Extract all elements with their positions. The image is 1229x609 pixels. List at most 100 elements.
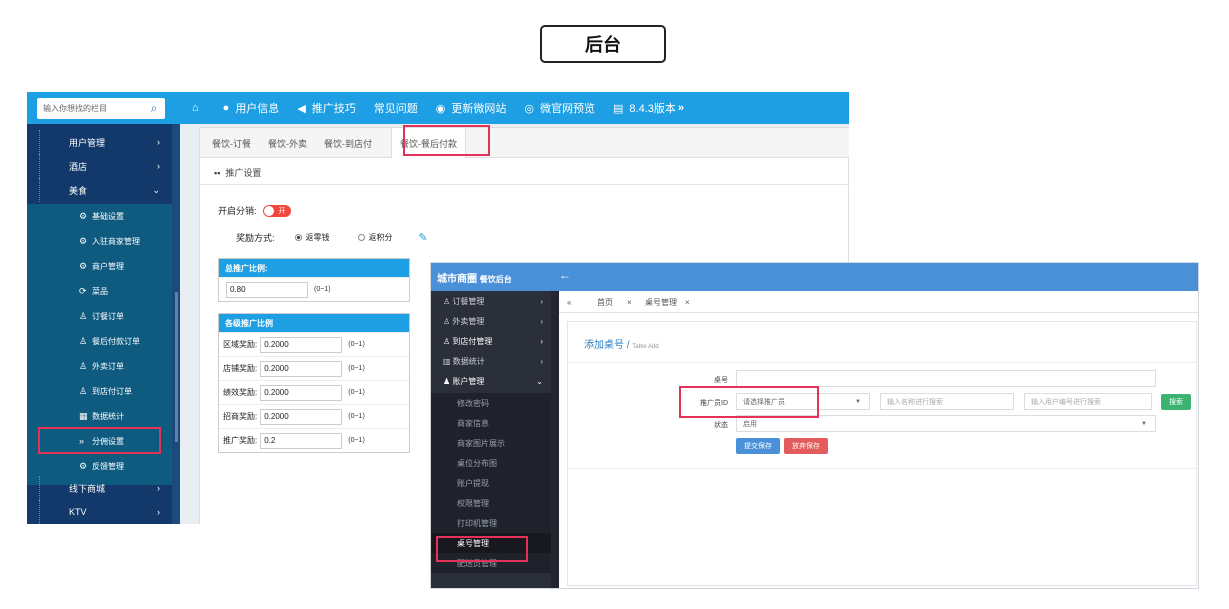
range-hint: (0~1) [348, 437, 365, 444]
sidebar-sub-merchant-images[interactable]: 商家图片展示 [431, 433, 551, 453]
close-icon[interactable]: × [627, 291, 632, 313]
sidebar-sub-withdraw[interactable]: 账户提现 [431, 473, 551, 493]
admin-screenshot-table-add: 城市商圈 餐饮后台 ← ♙ 订餐管理 › ♙ 外卖管理 › ♙ 到店付管理 › ▥ 数… [430, 262, 1199, 589]
user-id-search-input[interactable]: 输入用户编号进行搜索 [1024, 393, 1152, 410]
nav-label: 微官网预览 [540, 103, 595, 115]
chart-icon: ▥ [443, 356, 451, 366]
highlight-promoter-id [679, 386, 819, 418]
refresh-icon: ⟳ [79, 285, 87, 296]
table-number-input[interactable] [736, 370, 1156, 387]
table-number-label: 桌号 [714, 377, 728, 384]
sidebar-sub-dishes[interactable]: ⟳ 菜品 [27, 279, 172, 303]
level-row-store: 店铺奖励: 0.2000 (0~1) [219, 356, 409, 380]
grid-icon: ▪▪ [214, 167, 221, 178]
brand: 城市商圈 餐饮后台 [437, 270, 512, 285]
sidebar-scrollbar[interactable] [551, 291, 559, 588]
sidebar-sub-table-layout[interactable]: 桌位分布图 [431, 453, 551, 473]
nav-home[interactable]: ⌂ [192, 102, 205, 114]
sidebar-sub-feedback[interactable]: ⚙ 反馈管理 [27, 454, 172, 478]
level-input-region[interactable]: 0.2000 [260, 336, 343, 353]
status-label: 状态 [714, 422, 728, 429]
sidebar-sub-label: 餐后付款订单 [92, 336, 140, 346]
sidebar-sub-merchant-info[interactable]: 商家信息 [431, 413, 551, 433]
chart-icon: ▦ [79, 410, 88, 421]
radio-points[interactable] [357, 234, 365, 241]
collapse-icon[interactable]: « [567, 291, 571, 313]
sidebar-sub-postpay-orders[interactable]: ♙ 餐后付款订单 [27, 329, 172, 353]
level-row-performance: 绩效奖励: 0.2000 (0~1) [219, 380, 409, 404]
sidebar-item-booking[interactable]: ♙ 订餐管理 › [431, 291, 551, 311]
sitemap-icon: ♙ [79, 335, 88, 346]
form-title: 添加桌号 / Table Add [584, 340, 659, 351]
submit-save-button[interactable]: 提交保存 [736, 438, 780, 454]
sidebar-item-takeout[interactable]: ♙ 外卖管理 › [431, 311, 551, 331]
name-search-input[interactable]: 输入名称进行搜索 [880, 393, 1014, 410]
nav-preview[interactable]: ◎ 微官网预览 [524, 100, 595, 116]
sidebar-sub-statistics[interactable]: ▦ 数据统计 [27, 404, 172, 428]
sidebar-item-label: 用户管理 [69, 137, 106, 148]
nav-version[interactable]: ▤ 8.4.3版本» [613, 100, 684, 116]
sidebar-item-hotel[interactable]: 酒店 › [27, 154, 172, 178]
tab-table-mgmt[interactable]: 桌号管理 [645, 291, 677, 313]
sidebar-item-account[interactable]: ♟ 账户管理 ⌄ [431, 371, 551, 391]
sidebar-sub-printers[interactable]: 打印机管理 [431, 513, 551, 533]
range-hint: (0~1) [348, 389, 365, 396]
megaphone-icon: ◀ [297, 102, 306, 115]
sidebar-sub-basic-settings[interactable]: ⚙ 基础设置 [27, 204, 172, 228]
sidebar-item-food[interactable]: 美食 ⌄ [27, 178, 172, 202]
sidebar-sub-booking-orders[interactable]: ♙ 订餐订单 [27, 304, 172, 328]
radio-cash[interactable] [294, 234, 302, 241]
gear-icon: ⚙ [79, 235, 88, 246]
level-label: 店铺奖励: [223, 364, 258, 373]
sidebar-scroll-thumb[interactable] [175, 292, 178, 442]
level-input-store[interactable]: 0.2000 [260, 360, 343, 377]
search-icon[interactable]: ⌕ [147, 101, 161, 115]
nav-faq[interactable]: 常见问题 [374, 100, 418, 116]
sidebar-sub-merchant-join[interactable]: ⚙ 入驻商家管理 [27, 229, 172, 253]
form-panel: 添加桌号 / Table Add 桌号 推广员ID 请选择推广员 ▼ 输入名称进行… [567, 321, 1197, 586]
close-icon[interactable]: × [685, 291, 690, 313]
menu-search-input[interactable]: 输入你想找的栏目 ⌕ [37, 98, 165, 119]
chevron-right-icon: › [157, 483, 160, 493]
sidebar-sub-instore-orders[interactable]: ♙ 到店付订单 [27, 379, 172, 403]
sidebar-item-offline-mall[interactable]: 线下商城 › [27, 476, 172, 500]
range-hint: (0~1) [348, 365, 365, 372]
tab-booking[interactable]: 餐饮-订餐 [212, 128, 251, 158]
total-ratio-input[interactable]: 0.80 [226, 281, 308, 298]
form-title-sub: Table Add [632, 344, 659, 350]
sidebar-item-ktv[interactable]: KTV › [27, 500, 172, 524]
tab-home[interactable]: 首页 [597, 291, 613, 313]
nav-promo-tips[interactable]: ◀ 推广技巧 [297, 100, 355, 116]
main-content: « 首页 × 桌号管理 × 添加桌号 / Table Add 桌号 推广员ID … [559, 291, 1198, 588]
sidebar-item-label: 酒店 [69, 161, 88, 172]
sidebar-sub-merchant-mgmt[interactable]: ⚙ 商户管理 [27, 254, 172, 278]
sidebar-item-label: 美食 [69, 185, 88, 196]
tab-takeout[interactable]: 餐饮-外卖 [268, 128, 307, 158]
edit-icon[interactable]: ✎ [419, 231, 428, 244]
back-arrow-icon[interactable]: ← [559, 268, 571, 282]
level-ratio-title: 各级推广比例 [219, 314, 409, 332]
chevron-right-icon: › [157, 137, 160, 147]
sidebar-sub-takeout-orders[interactable]: ♙ 外卖订单 [27, 354, 172, 378]
sidebar-item-instore[interactable]: ♙ 到店付管理 › [431, 331, 551, 351]
sidebar-item-statistics[interactable]: ▥ 数据统计 › [431, 351, 551, 371]
distribution-toggle[interactable]: 开 [262, 204, 291, 217]
sidebar-item-user-mgmt[interactable]: 用户管理 › [27, 130, 172, 154]
nav-update-site[interactable]: ◉ 更新微网站 [436, 100, 507, 116]
top-nav-bar: 输入你想找的栏目 ⌕ ⌂ ● 用户信息 ◀ 推广技巧 常见问题 ◉ 更新微网站 ◎ 微官… [27, 92, 849, 124]
toggle-label: 开启分销: [218, 206, 257, 216]
sidebar-sub-permissions[interactable]: 权限管理 [431, 493, 551, 513]
discard-button[interactable]: 放弃保存 [784, 438, 828, 454]
nav-label: 用户信息 [235, 103, 280, 115]
nav-user-info[interactable]: ● 用户信息 [223, 100, 280, 116]
tab-instore-pay[interactable]: 餐饮-到店付 [324, 128, 372, 158]
sitemap-icon: ♙ [443, 296, 451, 306]
level-input-investment[interactable]: 0.2000 [260, 408, 343, 425]
radio-points-label: 返积分 [368, 233, 393, 242]
reward-label: 奖励方式: [236, 233, 275, 243]
sidebar-sub-change-password[interactable]: 修改密码 [431, 393, 551, 413]
sitemap-icon: ♙ [79, 310, 88, 321]
level-input-promotion[interactable]: 0.2 [260, 432, 343, 449]
level-input-performance[interactable]: 0.2000 [260, 384, 343, 401]
search-button[interactable]: 搜索 [1161, 394, 1191, 410]
